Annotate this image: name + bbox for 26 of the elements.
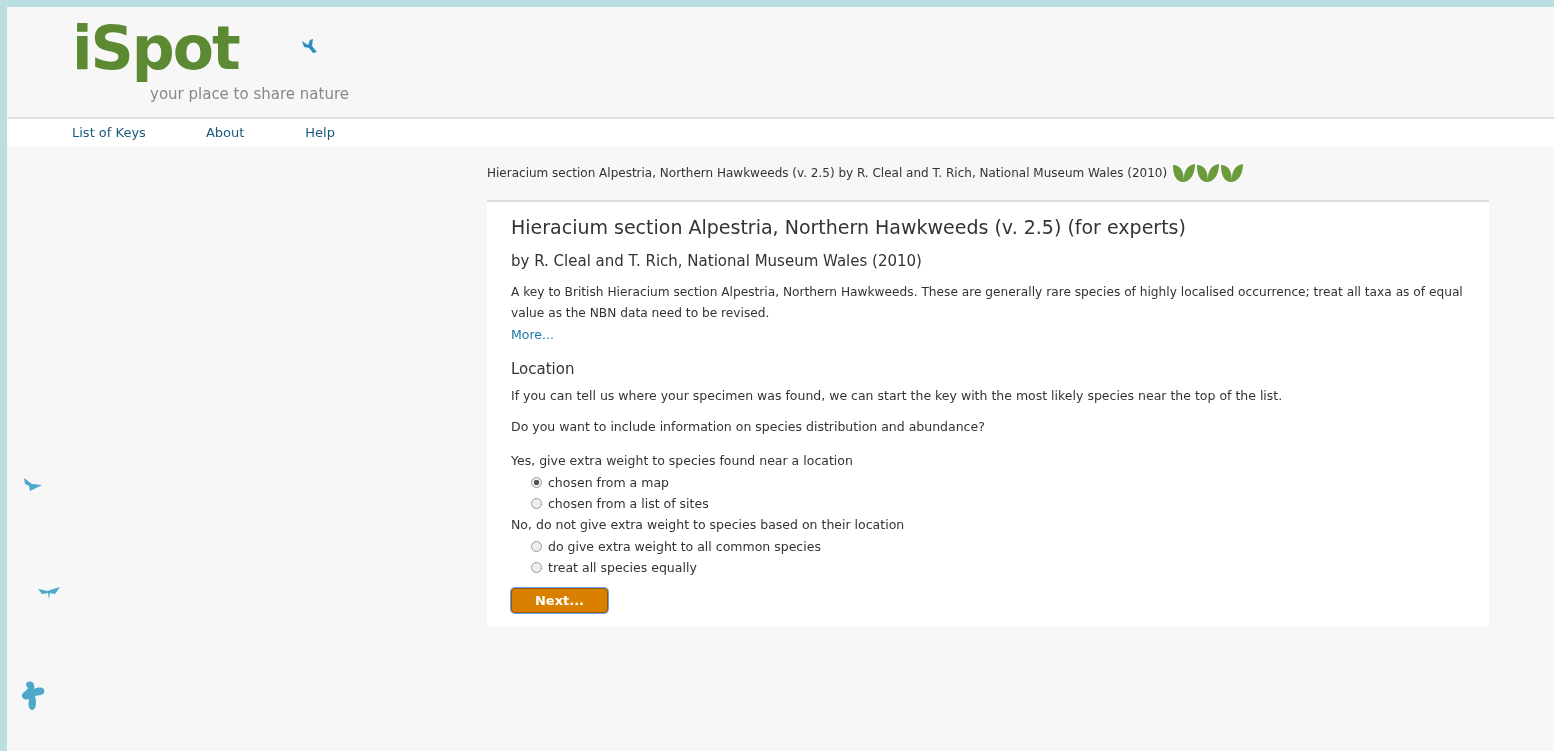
nav-link[interactable]: About bbox=[205, 125, 245, 140]
radio-label[interactable]: chosen from a map bbox=[548, 472, 669, 493]
option-group-label: Yes, give extra weight to species found near a location bbox=[511, 452, 853, 470]
radio-button[interactable] bbox=[531, 541, 542, 552]
radio-label[interactable]: chosen from a list of sites bbox=[548, 493, 709, 514]
radio-button[interactable] bbox=[531, 477, 542, 488]
section-heading: Location bbox=[511, 360, 576, 378]
logo-tagline: your place to share nature bbox=[150, 85, 349, 103]
key-summary: Hieracium section Alpestria, Northern Hawkweeds (v. 2.5) by R. Cleal and T. Rich, National Museum Wales (2010) bbox=[487, 166, 1168, 180]
radio-button[interactable] bbox=[531, 562, 542, 573]
radio-button[interactable] bbox=[531, 498, 542, 509]
option-group-label: No, do not give extra weight to species based on their location bbox=[511, 516, 905, 534]
logo-wordmark: iSpot bbox=[72, 12, 239, 85]
more-link[interactable]: More... bbox=[511, 324, 554, 346]
location-intro: If you can tell us where your specimen was found, we can start the key with the most likely species near the top of the list. bbox=[511, 388, 1284, 403]
leaves-icon bbox=[1221, 164, 1244, 182]
key-description: A key to British Hieracium section Alpestria, Northern Hawkweeds. These are generally rare species of highly localised occurrence; treat all taxa as of equal value as the NBN data need to be revised. bbox=[511, 284, 1464, 322]
nav-link[interactable]: List of Keys bbox=[72, 125, 146, 140]
nav-link[interactable]: Help bbox=[305, 125, 335, 140]
location-question: Do you want to include information on species distribution and abundance? bbox=[511, 419, 986, 434]
radio-label[interactable]: do give extra weight to all common species bbox=[548, 536, 821, 557]
key-byline: by R. Cleal and T. Rich, National Museum Wales (2010) bbox=[511, 252, 923, 270]
leaves-icon bbox=[1197, 164, 1220, 182]
leaves-icon bbox=[1173, 164, 1196, 182]
radio-label[interactable]: treat all species equally bbox=[548, 557, 697, 578]
key-title: Hieracium section Alpestria, Northern Hawkweeds (v. 2.5) (for experts) bbox=[511, 216, 1187, 238]
